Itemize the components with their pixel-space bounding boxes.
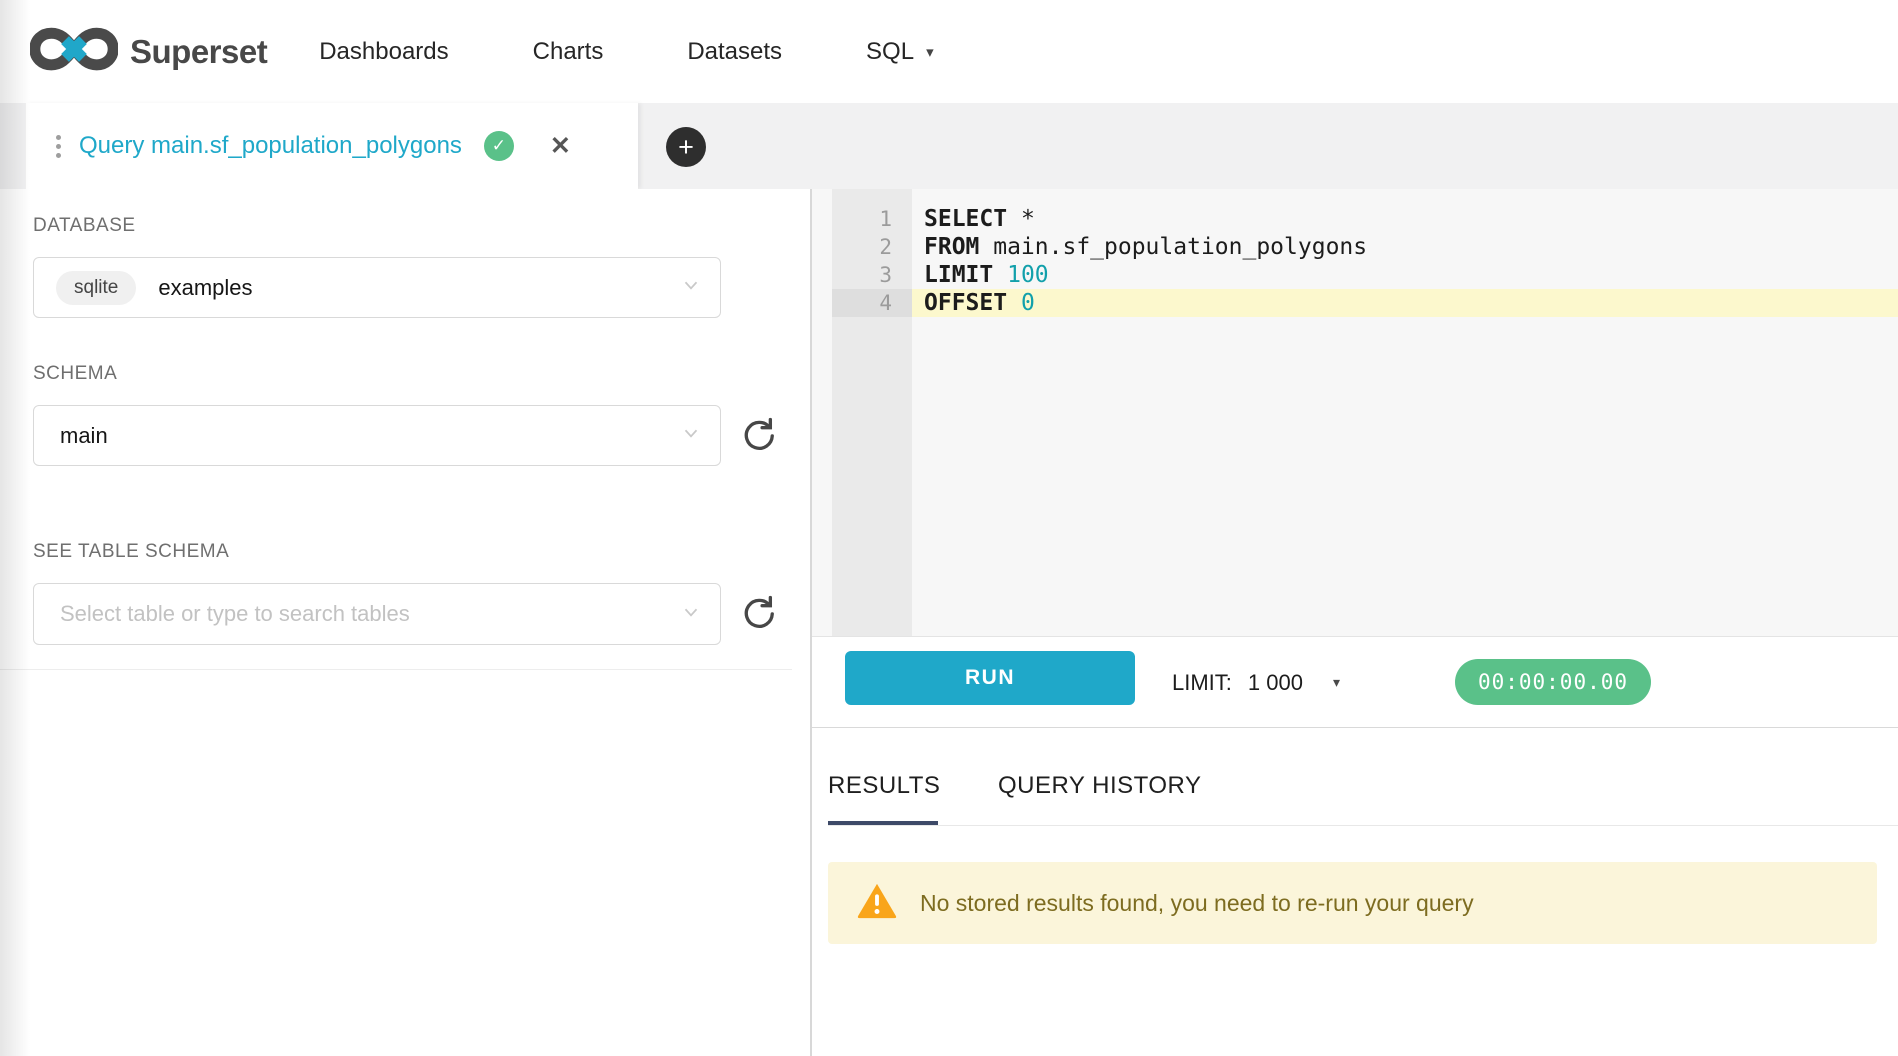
schema-select[interactable]: main xyxy=(33,405,721,466)
code-line: 3 LIMIT 100 xyxy=(832,261,1898,289)
database-value: examples xyxy=(158,275,252,301)
run-button[interactable]: RUN xyxy=(845,651,1135,705)
tabs-divider xyxy=(828,825,1898,826)
chevron-down-icon xyxy=(680,601,702,628)
editor-toolbar: RUN LIMIT: 1 000 ▾ 00:00:00.00 xyxy=(812,637,1898,728)
sql-editor[interactable]: 1 SELECT * 2 FROM main.sf_population_pol… xyxy=(812,189,1898,637)
refresh-tables-button[interactable] xyxy=(737,593,779,635)
chevron-down-icon xyxy=(680,274,702,301)
schema-value: main xyxy=(60,423,108,449)
plus-icon: + xyxy=(678,132,694,162)
main-nav: Dashboards Charts Datasets SQL ▾ xyxy=(319,38,933,66)
no-results-warning: No stored results found, you need to re-… xyxy=(828,862,1877,944)
limit-value: 1 000 xyxy=(1248,670,1303,696)
schema-label: SCHEMA xyxy=(33,363,117,385)
line-number: 3 xyxy=(832,261,912,289)
warning-icon xyxy=(856,880,898,927)
nav-dashboards[interactable]: Dashboards xyxy=(319,38,448,66)
query-tab-bar: Query main.sf_population_polygons ✓ ✕ + xyxy=(0,103,1898,189)
chevron-down-icon: ▾ xyxy=(926,43,934,61)
chevron-down-icon: ▾ xyxy=(1333,674,1340,691)
tab-query[interactable]: Query main.sf_population_polygons ✓ ✕ xyxy=(26,103,638,189)
database-label: DATABASE xyxy=(33,215,136,237)
tab-title: Query main.sf_population_polygons xyxy=(79,132,462,160)
top-nav: Superset Dashboards Charts Datasets SQL … xyxy=(0,0,1898,103)
table-schema-label: SEE TABLE SCHEMA xyxy=(33,541,229,563)
chevron-down-icon xyxy=(680,422,702,449)
add-tab-button[interactable]: + xyxy=(666,127,706,167)
nav-datasets[interactable]: Datasets xyxy=(687,38,782,66)
database-select[interactable]: sqlite examples xyxy=(33,257,721,318)
brand-name: Superset xyxy=(130,33,267,71)
nav-charts[interactable]: Charts xyxy=(533,38,604,66)
drag-handle-icon[interactable] xyxy=(56,135,61,158)
table-select-placeholder: Select table or type to search tables xyxy=(60,601,410,627)
refresh-icon xyxy=(739,442,777,457)
warning-message: No stored results found, you need to re-… xyxy=(920,890,1474,917)
nav-sql-label: SQL xyxy=(866,38,914,66)
table-select[interactable]: Select table or type to search tables xyxy=(33,583,721,645)
tab-results[interactable]: RESULTS xyxy=(828,772,940,800)
nav-sql-menu[interactable]: SQL ▾ xyxy=(866,38,934,66)
sql-lab-sidebar: DATABASE sqlite examples SCHEMA main SEE… xyxy=(0,189,810,1056)
results-panel: RESULTS QUERY HISTORY No stored results … xyxy=(812,728,1898,1056)
refresh-schema-button[interactable] xyxy=(737,415,779,457)
line-number: 1 xyxy=(832,205,912,233)
db-engine-badge: sqlite xyxy=(56,271,136,305)
code-line-active: 4 OFFSET 0 xyxy=(832,289,1898,317)
superset-logo-icon xyxy=(30,24,118,79)
limit-label: LIMIT: xyxy=(1172,670,1232,696)
line-number: 4 xyxy=(832,289,912,317)
line-number: 2 xyxy=(832,233,912,261)
code-line: 1 SELECT * xyxy=(832,205,1898,233)
code-line: 2 FROM main.sf_population_polygons xyxy=(832,233,1898,261)
success-check-icon: ✓ xyxy=(484,131,514,161)
sidebar-divider xyxy=(0,669,792,670)
refresh-icon xyxy=(739,620,777,635)
limit-dropdown[interactable]: LIMIT: 1 000 ▾ xyxy=(1172,637,1340,728)
query-timer-badge: 00:00:00.00 xyxy=(1455,659,1651,705)
close-icon[interactable]: ✕ xyxy=(550,131,571,161)
brand[interactable]: Superset xyxy=(30,24,267,79)
tab-query-history[interactable]: QUERY HISTORY xyxy=(998,772,1201,800)
